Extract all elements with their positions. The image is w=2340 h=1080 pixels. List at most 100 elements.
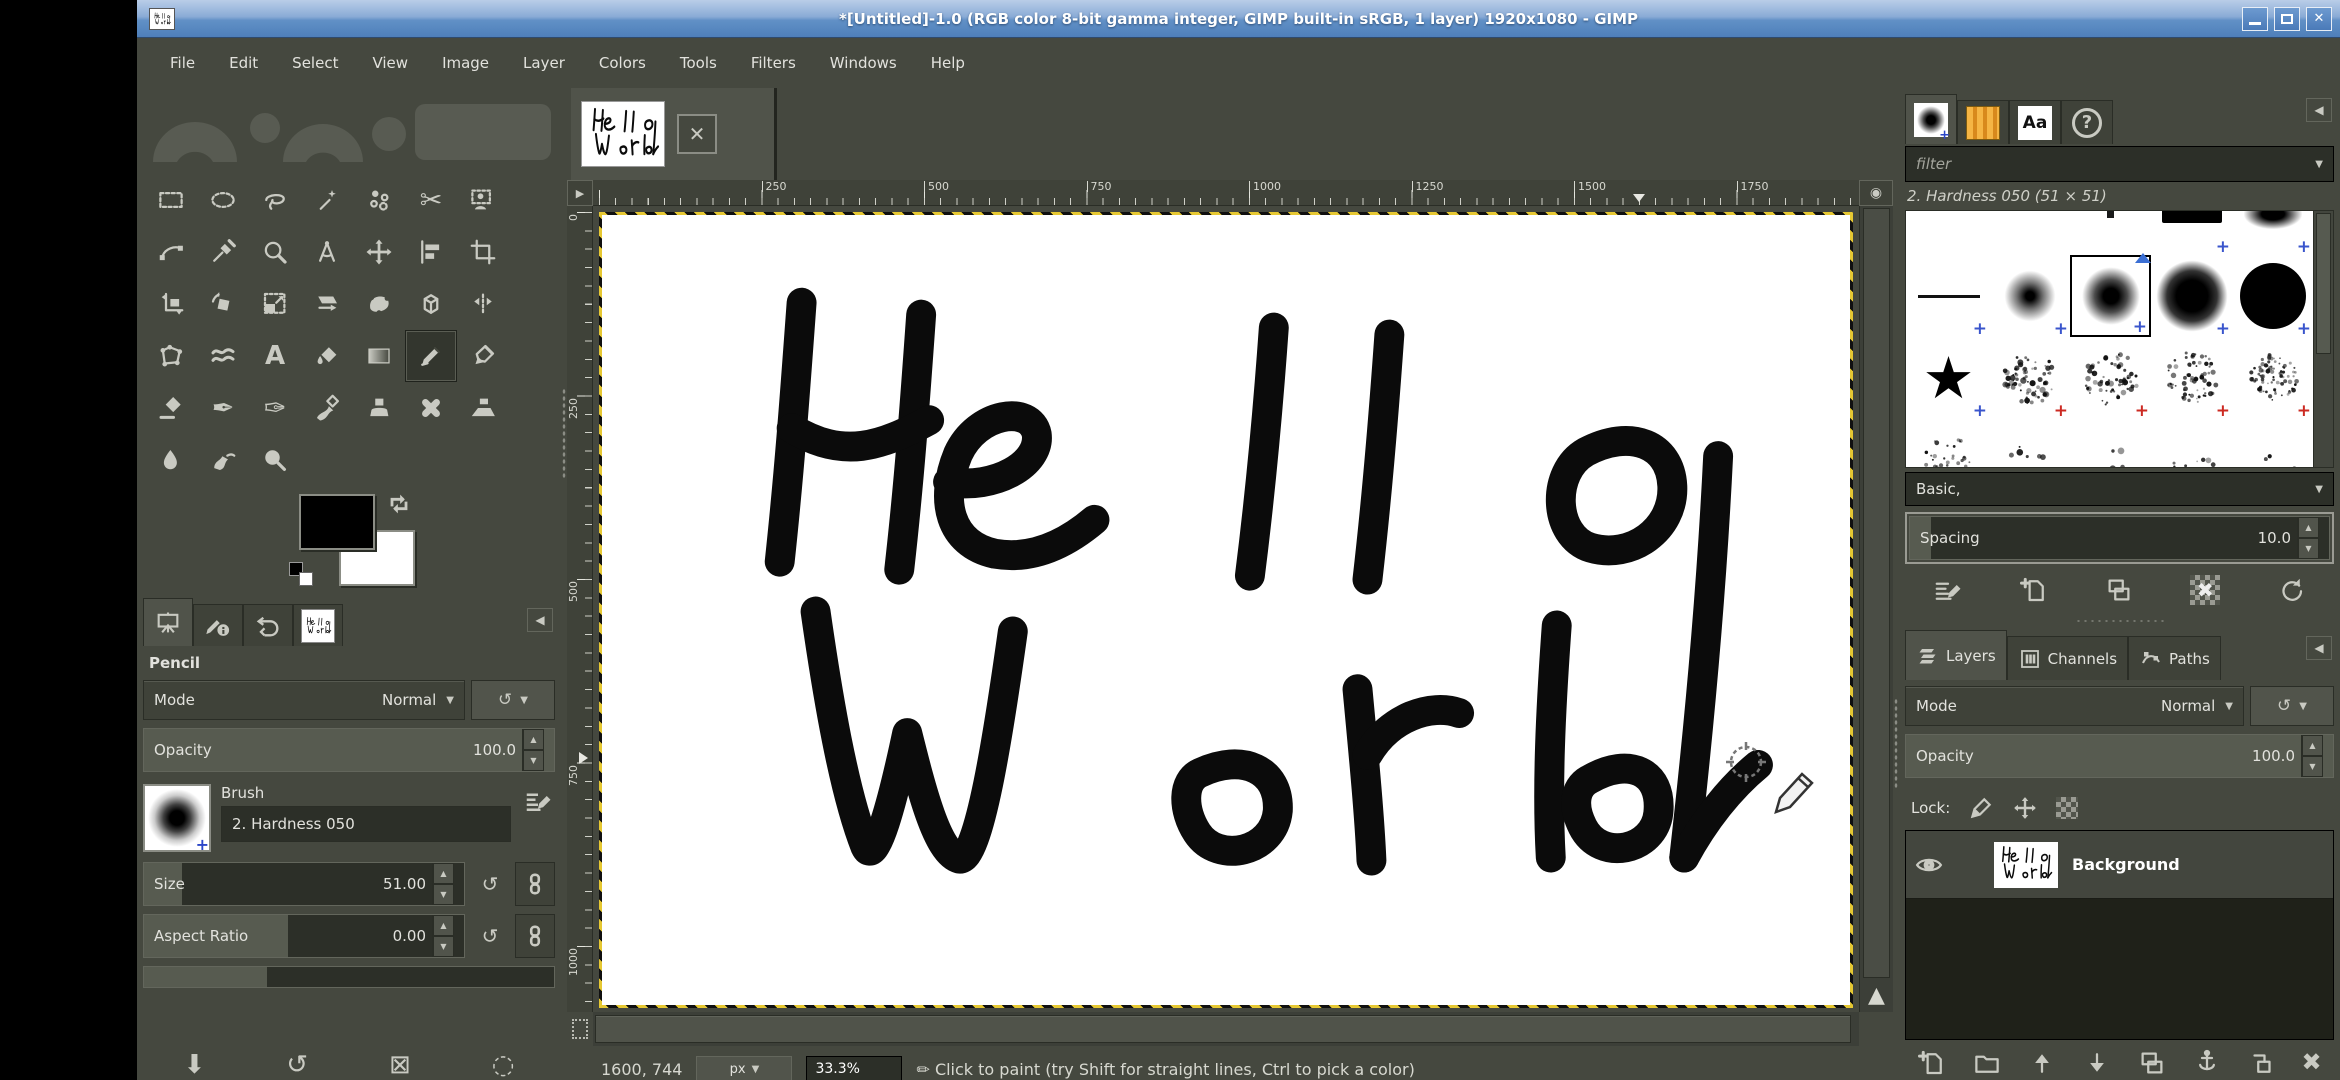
tool-bucket-fill[interactable]	[301, 330, 353, 382]
brush-grid-scrollbar[interactable]	[2313, 211, 2333, 467]
brush-splat1[interactable]: +	[1989, 337, 2070, 419]
tool-warp-transform[interactable]	[197, 330, 249, 382]
layer-opacity-slider[interactable]: Opacity 100.0 ▲▼	[1905, 734, 2334, 778]
opacity-spinner[interactable]: ▲▼	[522, 729, 544, 771]
canvas-viewport[interactable]	[593, 206, 1859, 1012]
tool-color-picker[interactable]	[197, 226, 249, 278]
new-brush-icon[interactable]	[2019, 575, 2049, 605]
new-group-icon[interactable]	[1972, 1048, 2002, 1078]
brush-splat2[interactable]: +	[2070, 337, 2151, 419]
eye-icon[interactable]	[1914, 850, 1944, 880]
brush-soft1[interactable]: +	[1989, 255, 2070, 337]
brush-name-field[interactable]: 2. Hardness 050	[221, 806, 511, 842]
horizontal-scrollbar[interactable]	[593, 1012, 1859, 1046]
menu-view[interactable]: View	[355, 48, 425, 78]
brush-group-select[interactable]: Basic, ▼	[1905, 472, 2334, 506]
mode-reset-button[interactable]: ↺▼	[471, 680, 555, 720]
tool-airbrush[interactable]: ✒	[197, 382, 249, 434]
edit-brush-icon[interactable]	[1933, 575, 1963, 605]
tool-scale[interactable]	[249, 278, 301, 330]
tool-gradient[interactable]	[353, 330, 405, 382]
tab-brushes[interactable]: +	[1905, 94, 1957, 144]
tab-help[interactable]: ?	[2061, 100, 2113, 144]
navigation-preview-icon[interactable]	[567, 1012, 593, 1046]
aspect-reset-icon[interactable]: ↺	[473, 919, 507, 953]
delete-brush-icon[interactable]: ✖	[2190, 575, 2220, 605]
tab-fonts[interactable]: Aa	[2009, 100, 2061, 144]
brush-specks5[interactable]	[2232, 419, 2313, 467]
collapse-left-icon[interactable]: ◀	[527, 608, 553, 632]
brush-filter-input[interactable]: filter ▼	[1905, 146, 2334, 182]
brush-specks4[interactable]	[2151, 419, 2232, 467]
refresh-brushes-icon[interactable]	[2276, 575, 2306, 605]
tab-paths[interactable]: Paths	[2128, 636, 2221, 680]
tool-zoom[interactable]	[249, 226, 301, 278]
brush-bar[interactable]: +	[2151, 211, 2232, 255]
duplicate-brush-icon[interactable]	[2104, 575, 2134, 605]
zoom-level-field[interactable]: 33.3%	[806, 1056, 902, 1080]
tool-blur-sharpen[interactable]	[145, 434, 197, 486]
menu-filters[interactable]: Filters	[734, 48, 813, 78]
tab-patterns[interactable]	[1957, 100, 2009, 144]
layer-opacity-spinner[interactable]: ▲▼	[2301, 735, 2323, 777]
aspect-link-icon[interactable]	[515, 914, 555, 958]
aspect-ratio-spinner[interactable]: ▲▼	[432, 915, 454, 957]
brush-round[interactable]: +	[2232, 255, 2313, 337]
brush-splat3[interactable]: +	[2151, 337, 2232, 419]
vertical-scrollbar-thumb[interactable]	[1863, 208, 1890, 978]
menu-image[interactable]: Image	[425, 48, 506, 78]
lock-position-icon[interactable]	[2012, 795, 2038, 821]
menu-layer[interactable]: Layer	[506, 48, 582, 78]
tab-layers[interactable]: Layers	[1905, 630, 2007, 680]
menu-select[interactable]: Select	[275, 48, 355, 78]
brush-soft2[interactable]: +	[2070, 255, 2151, 337]
tool-mypaint-brush[interactable]	[301, 382, 353, 434]
tool-3d-transform[interactable]	[405, 278, 457, 330]
tool-free-select[interactable]	[249, 174, 301, 226]
aspect-ratio-slider[interactable]: Aspect Ratio 0.00 ▲▼	[143, 914, 465, 958]
dock-resize-handle[interactable]	[1905, 616, 2334, 626]
brush-star[interactable]: ★+	[1908, 337, 1989, 419]
brush-splat4[interactable]: +	[2232, 337, 2313, 419]
brush-soft3[interactable]: +	[2151, 255, 2232, 337]
lock-alpha-icon[interactable]	[2056, 797, 2078, 819]
menu-windows[interactable]: Windows	[813, 48, 914, 78]
tool-crop[interactable]	[457, 226, 509, 278]
tool-handle-transform[interactable]	[353, 278, 405, 330]
delete-layer-icon[interactable]: ✖	[2301, 1048, 2321, 1076]
tool-rotate[interactable]	[197, 278, 249, 330]
reset-tool-options-icon[interactable]: ◌	[492, 1050, 515, 1080]
tool-paths[interactable]	[145, 226, 197, 278]
collapse-left-icon[interactable]: ◀	[2306, 636, 2332, 660]
panel-resize-handle[interactable]	[1893, 88, 1899, 1080]
paint-mode-select[interactable]: Mode Normal ▼	[143, 680, 465, 720]
title-bar[interactable]: *[Untitled]-1.0 (RGB color 8-bit gamma i…	[137, 0, 2340, 38]
tool-rectangle-select[interactable]	[145, 174, 197, 226]
restore-tool-preset-icon[interactable]: ↺	[286, 1050, 308, 1080]
brush-specks3[interactable]	[2070, 419, 2151, 467]
collapse-left-icon[interactable]: ◀	[2306, 98, 2332, 122]
size-spinner[interactable]: ▲▼	[432, 863, 454, 905]
delete-tool-preset-icon[interactable]: ⊠	[389, 1050, 411, 1080]
lock-paint-icon[interactable]	[1968, 795, 1994, 821]
brush-thumbnail[interactable]: +	[143, 784, 211, 852]
zoom-follow-window-icon[interactable]: ◉	[1859, 180, 1893, 206]
tab-device-status[interactable]	[193, 604, 243, 646]
tool-pencil[interactable]	[405, 330, 457, 382]
horizontal-scrollbar-thumb[interactable]	[595, 1015, 1851, 1043]
raise-layer-icon[interactable]	[2027, 1048, 2057, 1078]
size-link-icon[interactable]	[515, 862, 555, 906]
default-colors-icon[interactable]	[289, 562, 315, 588]
edit-brush-icon[interactable]	[521, 784, 555, 818]
layer-row[interactable]: Background	[1906, 831, 2333, 899]
tool-dodge-burn[interactable]	[249, 434, 301, 486]
size-reset-icon[interactable]: ↺	[473, 867, 507, 901]
swap-colors-icon[interactable]	[385, 490, 415, 520]
tab-undo-history[interactable]	[243, 604, 293, 646]
brush-ellipse[interactable]: +	[2232, 211, 2313, 255]
tool-text[interactable]: A	[249, 330, 301, 382]
tool-select-by-color[interactable]	[353, 174, 405, 226]
tool-clone[interactable]	[353, 382, 405, 434]
angle-slider[interactable]	[143, 966, 555, 988]
duplicate-layer-icon[interactable]	[2137, 1048, 2167, 1078]
